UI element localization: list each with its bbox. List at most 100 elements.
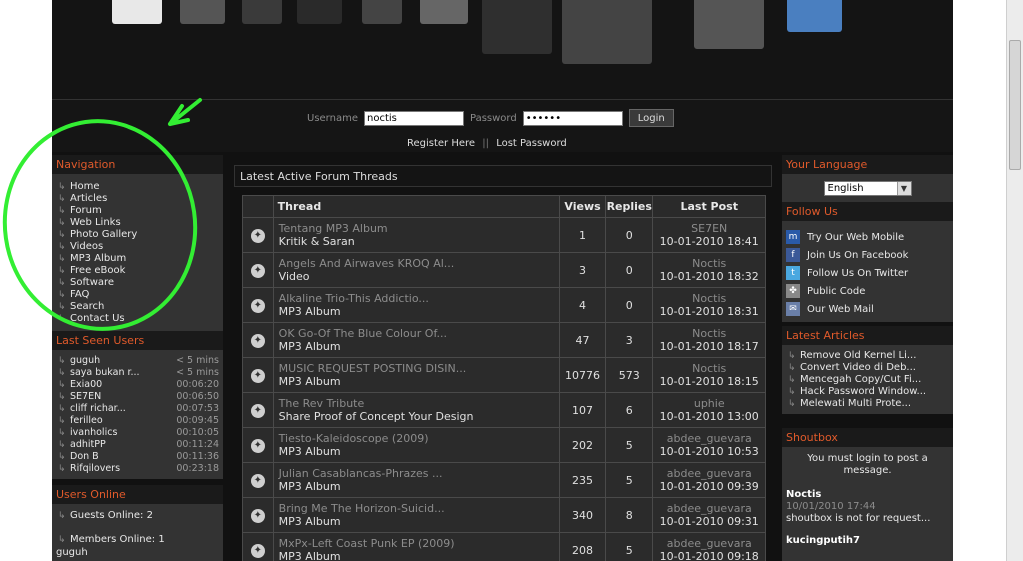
password-input[interactable]: [522, 110, 623, 126]
article-link[interactable]: ↳ Hack Password Window...: [786, 386, 949, 398]
last-post-date: 10-01-2010 18:17: [659, 340, 759, 353]
last-seen-user[interactable]: ↳ adhitPP 00:11:24: [56, 439, 219, 451]
user-name[interactable]: ivanholics: [70, 427, 117, 439]
last-seen-user[interactable]: ↳ Exia00 00:06:20: [56, 379, 219, 391]
follow-us-label: Follow Us On Twitter: [807, 267, 909, 279]
nav-item-web-links[interactable]: ↳ Web Links: [56, 217, 223, 229]
last-post-user[interactable]: Noctis: [653, 257, 765, 270]
last-post-user[interactable]: Noctis: [653, 362, 765, 375]
thread-forum-link[interactable]: MP3 Album: [279, 375, 559, 388]
thread-title-link[interactable]: The Rev Tribute: [279, 397, 559, 410]
last-seen-user[interactable]: ↳ SE7EN 00:06:50: [56, 391, 219, 403]
last-post-user[interactable]: abdee_guevara: [653, 502, 765, 515]
thread-title-link[interactable]: OK Go-Of The Blue Colour Of...: [279, 327, 559, 340]
thread-title-link[interactable]: Tentang MP3 Album: [279, 222, 559, 235]
dark-folder-icon: [297, 0, 342, 24]
thread-title-link[interactable]: Julian Casablancas-Phrazes ...: [279, 467, 559, 480]
nav-item-videos[interactable]: ↳ Videos: [56, 241, 223, 253]
thread-forum-link[interactable]: MP3 Album: [279, 515, 559, 528]
nav-item-photo-gallery[interactable]: ↳ Photo Gallery: [56, 229, 223, 241]
follow-us-item[interactable]: ✉ Our Web Mail: [786, 300, 949, 318]
lost-password-link[interactable]: Lost Password: [496, 138, 567, 149]
last-post-user[interactable]: Noctis: [653, 327, 765, 340]
thread-views: 10776: [559, 357, 607, 393]
nav-item-software[interactable]: ↳ Software: [56, 277, 223, 289]
nav-item-label: Software: [70, 277, 115, 288]
nav-item-articles[interactable]: ↳ Articles: [56, 193, 223, 205]
nav-item-search[interactable]: ↳ Search: [56, 301, 223, 313]
scrollbar-thumb[interactable]: [1009, 40, 1021, 170]
user-name[interactable]: Don B: [70, 451, 99, 463]
thread-forum-link[interactable]: Video: [279, 270, 559, 283]
thread-forum-link[interactable]: MP3 Album: [279, 305, 559, 318]
user-name[interactable]: cliff richar...: [70, 403, 126, 415]
table-row: ✦ Bring Me The Horizon-Suicid... MP3 Album…: [242, 497, 766, 533]
follow-us-item[interactable]: m Try Our Web Mobile: [786, 228, 949, 246]
thread-cell: Julian Casablancas-Phrazes ... MP3 Album: [272, 462, 561, 498]
username-input[interactable]: [363, 110, 464, 126]
article-title: Mencegah Copy/Cut Fi...: [800, 374, 922, 385]
last-post-user[interactable]: uphie: [653, 397, 765, 410]
user-name[interactable]: guguh: [70, 355, 100, 367]
thread-forum-link[interactable]: Kritik & Saran: [279, 235, 559, 248]
user-name[interactable]: ferilleo: [70, 415, 103, 427]
nav-item-free-ebook[interactable]: ↳ Free eBook: [56, 265, 223, 277]
user-name[interactable]: Rifqilovers: [70, 463, 120, 475]
shout-author[interactable]: Noctis: [786, 489, 949, 501]
user-name[interactable]: SE7EN: [70, 391, 101, 403]
last-post-user[interactable]: abdee_guevara: [653, 432, 765, 445]
thread-forum-link[interactable]: MP3 Album: [279, 550, 559, 561]
last-seen-user[interactable]: ↳ cliff richar... 00:07:53: [56, 403, 219, 415]
thread-views: 202: [559, 427, 607, 463]
follow-us-item[interactable]: f Join Us On Facebook: [786, 246, 949, 264]
last-seen-user[interactable]: ↳ guguh < 5 mins: [56, 355, 219, 367]
online-member-name[interactable]: guguh: [56, 547, 219, 559]
thread-forum-link[interactable]: Share Proof of Concept Your Design: [279, 410, 559, 423]
last-seen-user[interactable]: ↳ Rifqilovers 00:23:18: [56, 463, 219, 475]
nav-item-label: Web Links: [70, 217, 121, 228]
table-row: ✦ Tentang MP3 Album Kritik & Saran 1 0 SE7EN 1…: [242, 217, 766, 253]
thread-title-link[interactable]: Alkaline Trio-This Addictio...: [279, 292, 559, 305]
article-title: Remove Old Kernel Li...: [800, 350, 917, 361]
login-button[interactable]: Login: [628, 109, 674, 127]
thread-forum-link[interactable]: MP3 Album: [279, 480, 559, 493]
article-link[interactable]: ↳ Convert Video di Deb...: [786, 362, 949, 374]
nav-item-faq[interactable]: ↳ FAQ: [56, 289, 223, 301]
language-select[interactable]: English ▼: [823, 181, 912, 196]
last-post-user[interactable]: SE7EN: [653, 222, 765, 235]
last-post-user[interactable]: Noctis: [653, 292, 765, 305]
user-name[interactable]: saya bukan r...: [70, 367, 140, 379]
follow-us-item[interactable]: t Follow Us On Twitter: [786, 264, 949, 282]
article-link[interactable]: ↳ Melewati Multi Prote...: [786, 398, 949, 410]
thread-title-link[interactable]: MUSIC REQUEST POSTING DISIN...: [279, 362, 559, 375]
shout-author[interactable]: kucingputih7: [786, 535, 949, 547]
vertical-scrollbar[interactable]: [1006, 0, 1023, 561]
thread-title-link[interactable]: Bring Me The Horizon-Suicid...: [279, 502, 559, 515]
user-name[interactable]: Exia00: [70, 379, 102, 391]
nav-item-contact-us[interactable]: ↳ Contact Us: [56, 313, 223, 325]
nav-item-forum[interactable]: ↳ Forum: [56, 205, 223, 217]
thread-title-link[interactable]: Tiesto-Kaleidoscope (2009): [279, 432, 559, 445]
thread-forum-link[interactable]: MP3 Album: [279, 340, 559, 353]
thread-title-link[interactable]: MxPx-Left Coast Punk EP (2009): [279, 537, 559, 550]
last-seen-user[interactable]: ↳ ferilleo 00:09:45: [56, 415, 219, 427]
last-post-user[interactable]: abdee_guevara: [653, 537, 765, 550]
arrow-icon: ↳: [58, 254, 66, 264]
thread-title-link[interactable]: Angels And Airwaves KROQ Al...: [279, 257, 559, 270]
last-seen-user[interactable]: ↳ saya bukan r... < 5 mins: [56, 367, 219, 379]
user-last-seen-time: 00:07:53: [176, 403, 219, 414]
members-online: ↳ Members Online: 1: [56, 533, 219, 547]
article-link[interactable]: ↳ Remove Old Kernel Li...: [786, 350, 949, 362]
chevron-down-icon[interactable]: ▼: [896, 182, 911, 195]
last-seen-user[interactable]: ↳ ivanholics 00:10:05: [56, 427, 219, 439]
left-sidebar: Navigation ↳ Home ↳ Articles ↳ Forum ↳ Web Link…: [52, 155, 223, 561]
thread-forum-link[interactable]: MP3 Album: [279, 445, 559, 458]
nav-item-home[interactable]: ↳ Home: [56, 181, 223, 193]
last-seen-user[interactable]: ↳ Don B 00:11:36: [56, 451, 219, 463]
register-link[interactable]: Register Here: [407, 138, 475, 149]
article-link[interactable]: ↳ Mencegah Copy/Cut Fi...: [786, 374, 949, 386]
user-name[interactable]: adhitPP: [70, 439, 106, 451]
last-post-user[interactable]: abdee_guevara: [653, 467, 765, 480]
follow-us-item[interactable]: ✤ Public Code: [786, 282, 949, 300]
nav-item-mp3-album[interactable]: ↳ MP3 Album: [56, 253, 223, 265]
